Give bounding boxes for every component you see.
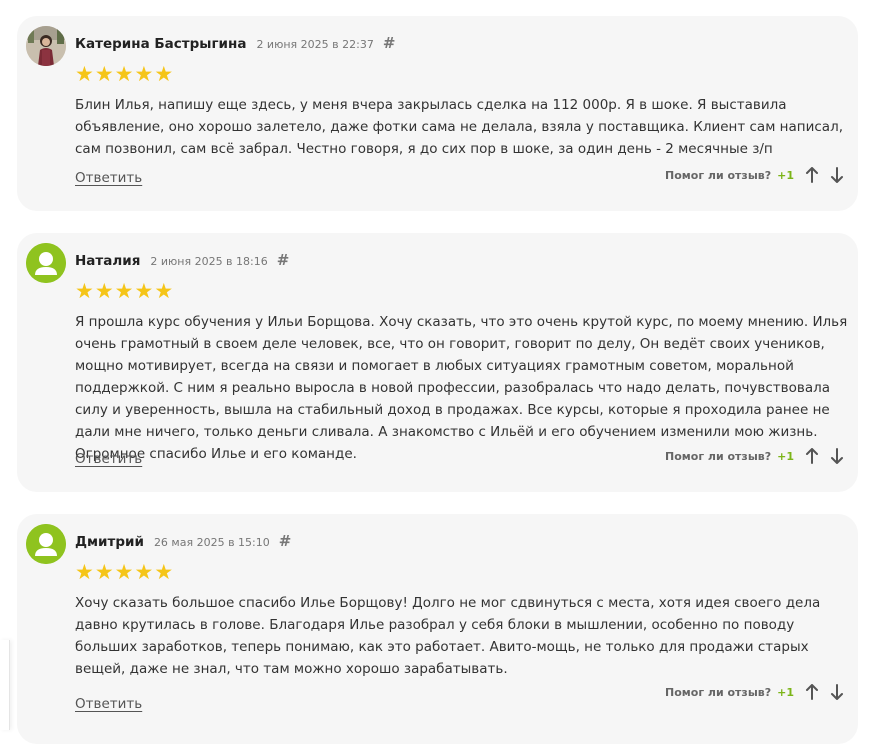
avatar (26, 524, 66, 564)
arrow-down-icon[interactable] (830, 448, 844, 464)
side-widget-edge[interactable] (0, 640, 10, 730)
star-icon: ★ (75, 560, 94, 584)
helpful-count: +1 (777, 449, 794, 463)
user-silhouette-icon (26, 243, 66, 283)
star-icon: ★ (134, 279, 154, 303)
helpful-label: Помог ли отзыв? (665, 449, 772, 463)
permalink-hash[interactable]: # (279, 532, 292, 550)
arrow-down-icon[interactable] (830, 684, 844, 700)
star-icon: ★ (75, 279, 94, 303)
rating-stars: ★ ★ ★ ★ ★ (75, 63, 173, 85)
rating-stars: ★ ★ ★ ★ ★ (75, 280, 173, 302)
user-silhouette-icon (26, 524, 66, 564)
permalink-hash[interactable]: # (383, 34, 396, 52)
star-icon: ★ (94, 279, 114, 303)
author-name: Дмитрий (75, 534, 144, 550)
star-icon: ★ (114, 62, 134, 86)
star-icon: ★ (114, 279, 134, 303)
arrow-up-icon[interactable] (805, 448, 819, 464)
helpful-count: +1 (777, 685, 794, 699)
author-name: Наталия (75, 253, 141, 269)
star-icon: ★ (75, 62, 94, 86)
star-icon: ★ (94, 560, 114, 584)
reply-link[interactable]: Ответить (75, 170, 142, 186)
review-date: 2 июня 2025 в 22:37 (256, 38, 374, 51)
reply-link[interactable]: Ответить (75, 696, 142, 712)
review-header: Катерина Бастрыгина 2 июня 2025 в 22:37 … (75, 34, 395, 52)
helpful-label: Помог ли отзыв? (665, 168, 772, 182)
avatar (26, 243, 66, 283)
review-card: Катерина Бастрыгина 2 июня 2025 в 22:37 … (17, 16, 858, 211)
author-name: Катерина Бастрыгина (75, 36, 247, 52)
helpful-widget: Помог ли отзыв? +1 (665, 684, 844, 700)
arrow-up-icon[interactable] (805, 684, 819, 700)
star-icon: ★ (154, 279, 174, 303)
avatar (26, 26, 66, 66)
review-text: Я прошла курс обучения у Ильи Борщова. Х… (75, 314, 848, 462)
reply-link[interactable]: Ответить (75, 451, 142, 467)
review-date: 26 мая 2025 в 15:10 (153, 536, 270, 549)
star-icon: ★ (134, 62, 154, 86)
arrow-down-icon[interactable] (830, 167, 844, 183)
helpful-widget: Помог ли отзыв? +1 (665, 448, 844, 464)
review-header: Наталия 2 июня 2025 в 18:16 # (75, 251, 289, 269)
review-card: Дмитрий 26 мая 2025 в 15:10 # ★ ★ ★ ★ ★ … (17, 514, 858, 744)
star-icon: ★ (154, 62, 174, 86)
review-card: Наталия 2 июня 2025 в 18:16 # ★ ★ ★ ★ ★ … (17, 233, 858, 492)
arrow-up-icon[interactable] (805, 167, 819, 183)
rating-stars: ★ ★ ★ ★ ★ (75, 561, 173, 583)
helpful-count: +1 (777, 168, 794, 182)
review-header: Дмитрий 26 мая 2025 в 15:10 # (75, 532, 291, 550)
helpful-widget: Помог ли отзыв? +1 (665, 167, 844, 183)
review-text: Хочу сказать большое спасибо Илье Борщов… (75, 595, 821, 677)
star-icon: ★ (94, 62, 114, 86)
review-date: 2 июня 2025 в 18:16 (150, 255, 268, 268)
star-icon: ★ (154, 560, 174, 584)
star-icon: ★ (114, 560, 134, 584)
helpful-label: Помог ли отзыв? (665, 685, 772, 699)
permalink-hash[interactable]: # (277, 251, 290, 269)
star-icon: ★ (134, 560, 154, 584)
review-text: Блин Илья, напишу еще здесь, у меня вчер… (75, 97, 843, 157)
